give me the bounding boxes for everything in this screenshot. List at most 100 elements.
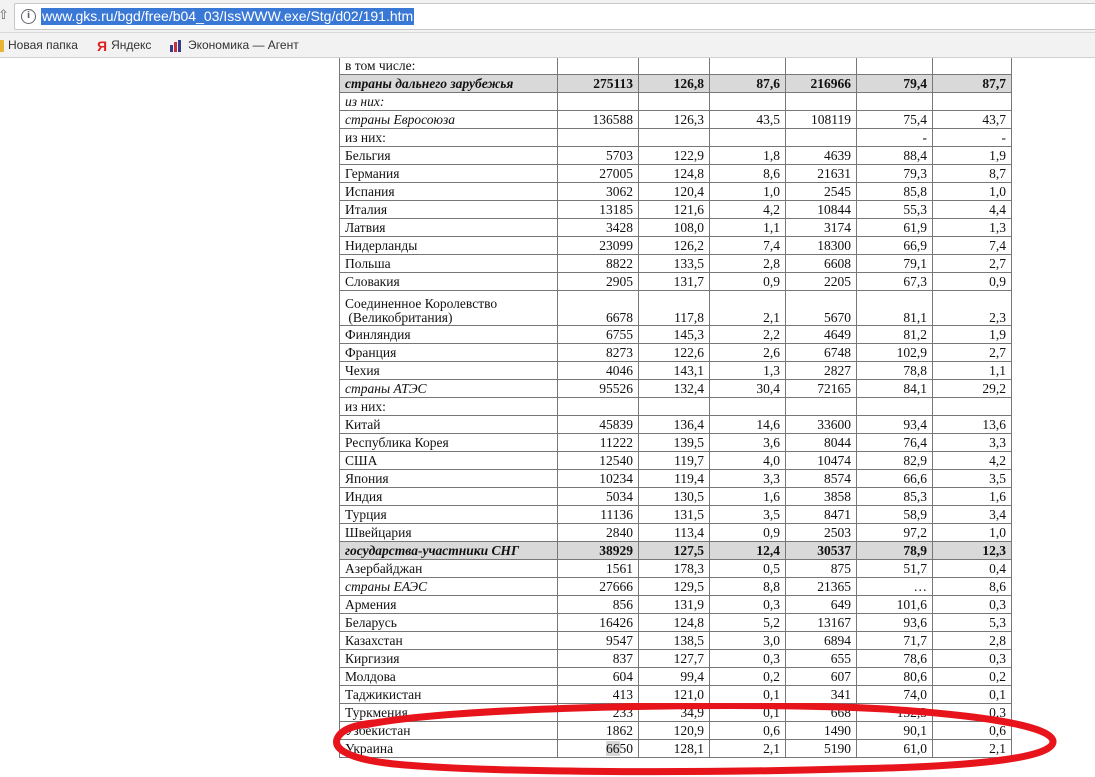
bookmark-label: Экономика — Агент xyxy=(188,38,299,52)
table-cell: 233 xyxy=(557,703,639,722)
table-cell: 97,2 xyxy=(856,523,933,542)
table-row: Индия 5034 130,5 1,6 3858 85,3 1,6 xyxy=(339,487,1012,506)
row-label-text: страны АТЭС xyxy=(345,381,427,396)
table-cell: 10844 xyxy=(785,200,857,219)
row-label-text: Армения xyxy=(345,597,397,612)
row-label: Казахстан xyxy=(339,631,558,650)
table-cell: 8044 xyxy=(785,433,857,452)
row-label-text: Испания xyxy=(345,184,395,199)
info-icon[interactable]: i xyxy=(21,9,36,24)
row-label: Туркмения xyxy=(339,703,558,722)
bookmark-economics[interactable]: Экономика — Агент xyxy=(170,37,299,53)
table-cell: 0,3 xyxy=(932,595,1012,614)
row-label: Украина xyxy=(339,739,558,758)
table-cell: 4,0 xyxy=(709,451,786,470)
table-cell: 1,9 xyxy=(932,325,1012,344)
table-cell: 1,0 xyxy=(932,523,1012,542)
table-cell xyxy=(638,128,710,147)
yandex-icon: Я xyxy=(97,37,108,54)
table-cell xyxy=(785,58,857,75)
table-row: из них: xyxy=(339,92,1012,111)
row-label: Италия xyxy=(339,200,558,219)
table-cell: 6650 xyxy=(557,739,639,758)
table-cell xyxy=(557,58,639,75)
table-cell: 126,2 xyxy=(638,236,710,255)
bookmark-yandex[interactable]: Я Яндекс xyxy=(97,37,151,54)
table-cell: 604 xyxy=(557,667,639,686)
table-cell: 2545 xyxy=(785,182,857,201)
table-cell: 12,3 xyxy=(932,541,1012,560)
table-cell: 3,0 xyxy=(709,631,786,650)
table-row: государства-участники СНГ 38929 127,5 12,4 3… xyxy=(339,541,1012,560)
row-label-text: Индия xyxy=(345,489,383,504)
row-label: Польша xyxy=(339,254,558,273)
table-row: Бельгия 5703 122,9 1,8 4639 88,4 1,9 xyxy=(339,146,1012,165)
row-label: страны дальнего зарубежья xyxy=(339,74,558,93)
table-cell: 0,9 xyxy=(709,272,786,291)
table-cell: 13185 xyxy=(557,200,639,219)
back-arrow-icon[interactable]: ⇧ xyxy=(0,7,9,25)
table-cell: 9547 xyxy=(557,631,639,650)
row-label: Чехия xyxy=(339,361,558,380)
table-cell: 61,9 xyxy=(856,218,933,237)
table-cell: 84,1 xyxy=(856,379,933,398)
row-label-text: (Великобритания) xyxy=(345,310,453,325)
table-cell: 2,6 xyxy=(709,343,786,362)
table-cell: 2205 xyxy=(785,272,857,291)
table-cell: 4,2 xyxy=(709,200,786,219)
table-cell: 131,9 xyxy=(638,595,710,614)
row-label-text: из них: xyxy=(345,399,386,414)
row-label-text: Азербайджан xyxy=(345,561,423,576)
bookmark-new-folder[interactable]: Новая папка xyxy=(0,37,78,53)
table-cell: 113,4 xyxy=(638,523,710,542)
table-row: из них: xyxy=(339,397,1012,416)
table-cell: 216966 xyxy=(785,74,857,93)
table-cell: 8,7 xyxy=(932,164,1012,183)
table-cell: 66,6 xyxy=(856,469,933,488)
row-label-text: Китай xyxy=(345,417,381,432)
table-row: страны Евросоюза 136588 126,3 43,5 108119 75,… xyxy=(339,110,1012,129)
table-cell: 0,6 xyxy=(709,721,786,740)
table-cell: 1,1 xyxy=(709,218,786,237)
table-row: Армения 856 131,9 0,3 649 101,6 0,3 xyxy=(339,595,1012,614)
row-label: Испания xyxy=(339,182,558,201)
table-cell: 1561 xyxy=(557,559,639,578)
row-label: США xyxy=(339,451,558,470)
table-cell: 607 xyxy=(785,667,857,686)
row-label-text: Польша xyxy=(345,256,391,271)
folder-icon xyxy=(0,39,4,52)
table-cell: 124,8 xyxy=(638,613,710,632)
table-cell: - xyxy=(856,128,933,147)
table-cell: 71,7 xyxy=(856,631,933,650)
table-cell: 21631 xyxy=(785,164,857,183)
address-bar: ⇧ i www.gks.ru/bgd/free/b04_03/IssWWW.ex… xyxy=(0,0,1095,33)
table-cell: 0,1 xyxy=(709,703,786,722)
table-cell: 649 xyxy=(785,595,857,614)
table-cell: 93,4 xyxy=(856,415,933,434)
url-text[interactable]: www.gks.ru/bgd/free/b04_03/IssWWW.exe/St… xyxy=(41,8,415,25)
omnibox[interactable]: i www.gks.ru/bgd/free/b04_03/IssWWW.exe/… xyxy=(14,3,1095,30)
table-cell: 4639 xyxy=(785,146,857,165)
table-cell xyxy=(856,397,933,416)
table-row: Молдова 604 99,4 0,2 607 80,6 0,2 xyxy=(339,667,1012,686)
table-cell: 5,2 xyxy=(709,613,786,632)
table-cell: 122,9 xyxy=(638,146,710,165)
table-cell: - xyxy=(932,128,1012,147)
row-label-text: страны дальнего зарубежья xyxy=(345,76,514,91)
table-row: Туркмения 233 34,9 0,1 668 132,3 0,3 xyxy=(339,703,1012,722)
row-label: Республика Корея xyxy=(339,433,558,452)
table-cell: 0,6 xyxy=(932,721,1012,740)
table-cell: 126,3 xyxy=(638,110,710,129)
table-cell xyxy=(856,92,933,111)
table-cell: 668 xyxy=(785,703,857,722)
table-cell: 1,3 xyxy=(709,361,786,380)
table-cell: 0,1 xyxy=(709,685,786,704)
table-cell: 4,2 xyxy=(932,451,1012,470)
table-cell xyxy=(557,92,639,111)
table-cell: 2,7 xyxy=(932,343,1012,362)
table-row: Таджикистан 413 121,0 0,1 341 74,0 0,1 xyxy=(339,685,1012,704)
table-cell: 1862 xyxy=(557,721,639,740)
row-label: Молдова xyxy=(339,667,558,686)
table-cell: 3,3 xyxy=(709,469,786,488)
table-cell: 0,9 xyxy=(932,272,1012,291)
